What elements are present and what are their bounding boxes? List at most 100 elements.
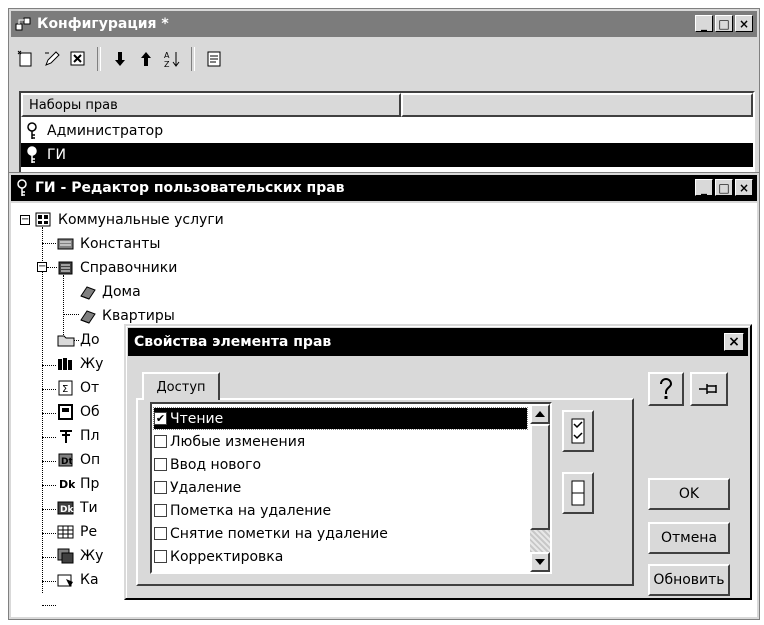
toolbar-separator	[191, 47, 195, 71]
rights-sets-list: Наборы прав Администратор ГИ	[19, 91, 755, 175]
cancel-button[interactable]: Отмена	[648, 522, 730, 554]
maximize-button[interactable]: □	[715, 179, 733, 196]
collapse-toggle[interactable]: −	[20, 215, 30, 225]
config-app-icon	[15, 17, 31, 31]
close-button[interactable]: ×	[735, 179, 753, 196]
tree-line	[42, 365, 56, 366]
permission-checkbox[interactable]	[154, 481, 167, 494]
tree-node-label: Справочники	[80, 260, 178, 276]
sort-button[interactable]: A Z	[161, 48, 183, 70]
list-item-gi[interactable]: ГИ	[21, 143, 753, 167]
tree-node-processing[interactable]: Об	[57, 401, 100, 423]
help-button[interactable]	[648, 372, 684, 406]
operations-icon: Dt	[58, 453, 73, 467]
edit-rights-set-button[interactable]	[41, 48, 63, 70]
tree-line	[63, 314, 79, 315]
list-item-administrator[interactable]: Администратор	[21, 119, 753, 143]
tree-node-registers[interactable]: Ре	[57, 521, 97, 543]
editor-titlebar[interactable]: ГИ - Редактор пользовательских прав _ □ …	[11, 175, 757, 201]
permission-any-changes[interactable]: Любые изменения	[154, 431, 305, 452]
calc-journal-icon	[57, 548, 74, 564]
config-titlebar[interactable]: Конфигурация * _ □ ×	[11, 11, 757, 37]
delete-rights-set-button[interactable]	[67, 48, 89, 70]
permission-create-new[interactable]: Ввод нового	[154, 454, 261, 475]
editor-title: ГИ - Редактор пользовательских прав	[35, 180, 345, 196]
scroll-down-button[interactable]	[530, 552, 550, 572]
tree-node-reports[interactable]: Σ От	[57, 377, 99, 399]
tree-node-root[interactable]: Коммунальные услуги	[35, 209, 224, 231]
collapse-toggle[interactable]: −	[37, 262, 47, 272]
ok-button[interactable]: OK	[648, 478, 730, 510]
tree-line	[42, 227, 43, 593]
permission-checkbox[interactable]	[154, 550, 167, 563]
tree-line	[42, 509, 56, 510]
triangle-down-icon	[535, 559, 545, 565]
permission-label: Любые изменения	[170, 433, 306, 450]
tree-node-plans[interactable]: Пл	[57, 425, 99, 447]
move-up-button[interactable]	[135, 48, 157, 70]
tree-node-calendars[interactable]: Ка	[57, 569, 99, 591]
permission-unmark-delete[interactable]: Снятие пометки на удаление	[154, 523, 388, 544]
arrow-up-icon	[141, 52, 151, 66]
tree-node-documents[interactable]: До	[57, 329, 100, 351]
tree-node-operations[interactable]: Dt Оп	[57, 449, 100, 471]
tree-node-catalogs[interactable]: Справочники	[57, 257, 177, 279]
scroll-thumb[interactable]	[530, 424, 550, 530]
clear-all-button[interactable]	[562, 472, 594, 514]
permission-checkbox[interactable]	[154, 435, 167, 448]
svg-text:A: A	[164, 51, 170, 60]
tree-line	[42, 605, 56, 606]
tree-node-types[interactable]: Dk Ти	[57, 497, 98, 519]
minimize-button[interactable]: _	[695, 179, 713, 196]
dialog-titlebar[interactable]: Свойства элемента прав ×	[128, 328, 748, 356]
permissions-scrollbar[interactable]	[530, 404, 550, 572]
column-header-rights-sets[interactable]: Наборы прав	[21, 93, 401, 117]
refresh-button[interactable]: Обновить	[648, 564, 730, 596]
permission-checkbox[interactable]	[154, 504, 167, 517]
tree-line	[42, 533, 56, 534]
permission-checkbox[interactable]	[154, 527, 167, 540]
permission-read[interactable]: ✔ Чтение	[153, 407, 528, 430]
check-all-icon	[571, 418, 585, 444]
close-button[interactable]: ×	[735, 15, 753, 32]
pin-button[interactable]	[690, 372, 728, 406]
column-header-empty[interactable]	[401, 93, 753, 117]
tree-node-label: До	[80, 332, 100, 348]
tree-node-journals[interactable]: Жу	[57, 353, 103, 375]
new-rights-set-button[interactable]	[15, 48, 37, 70]
triangle-up-icon	[535, 411, 545, 417]
document-lines-icon	[207, 51, 221, 67]
dialog-title: Свойства элемента прав	[134, 334, 332, 350]
uncheck-all-icon	[571, 480, 585, 506]
properties-button[interactable]	[203, 48, 225, 70]
permission-checkbox[interactable]: ✔	[154, 412, 167, 425]
permission-label: Снятие пометки на удаление	[170, 525, 388, 542]
tree-node-journals-2[interactable]: Жу	[57, 545, 103, 567]
tree-node-constants[interactable]: Константы	[57, 233, 160, 255]
permission-delete[interactable]: Удаление	[154, 477, 241, 498]
move-down-button[interactable]	[109, 48, 131, 70]
refresh-label: Обновить	[653, 572, 725, 588]
select-all-button[interactable]	[562, 410, 594, 452]
permission-mark-delete[interactable]: Пометка на удаление	[154, 500, 331, 521]
tree-node-label: Об	[80, 404, 100, 420]
tree-node-label: Оп	[80, 452, 101, 468]
tree-line	[42, 581, 56, 582]
constants-icon	[57, 238, 74, 250]
dialog-close-button[interactable]: ×	[724, 333, 744, 351]
minimize-button[interactable]: _	[695, 15, 713, 32]
tree-node-entries[interactable]: Dk Пр	[57, 473, 99, 495]
tab-access[interactable]: Доступ	[142, 372, 220, 400]
permission-checkbox[interactable]	[154, 458, 167, 471]
list-item-label: ГИ	[47, 147, 67, 163]
tree-node-houses[interactable]: Дома	[79, 281, 141, 303]
svg-text:Σ: Σ	[62, 384, 68, 395]
tree-node-label: Ти	[80, 500, 98, 516]
edit-pencil-icon	[45, 51, 60, 66]
permission-label: Ввод нового	[170, 456, 262, 473]
maximize-button[interactable]: □	[715, 15, 733, 32]
ok-label: OK	[678, 486, 700, 502]
permission-correction[interactable]: Корректировка	[154, 546, 283, 567]
key-icon	[17, 179, 27, 196]
scroll-up-button[interactable]	[530, 404, 550, 424]
